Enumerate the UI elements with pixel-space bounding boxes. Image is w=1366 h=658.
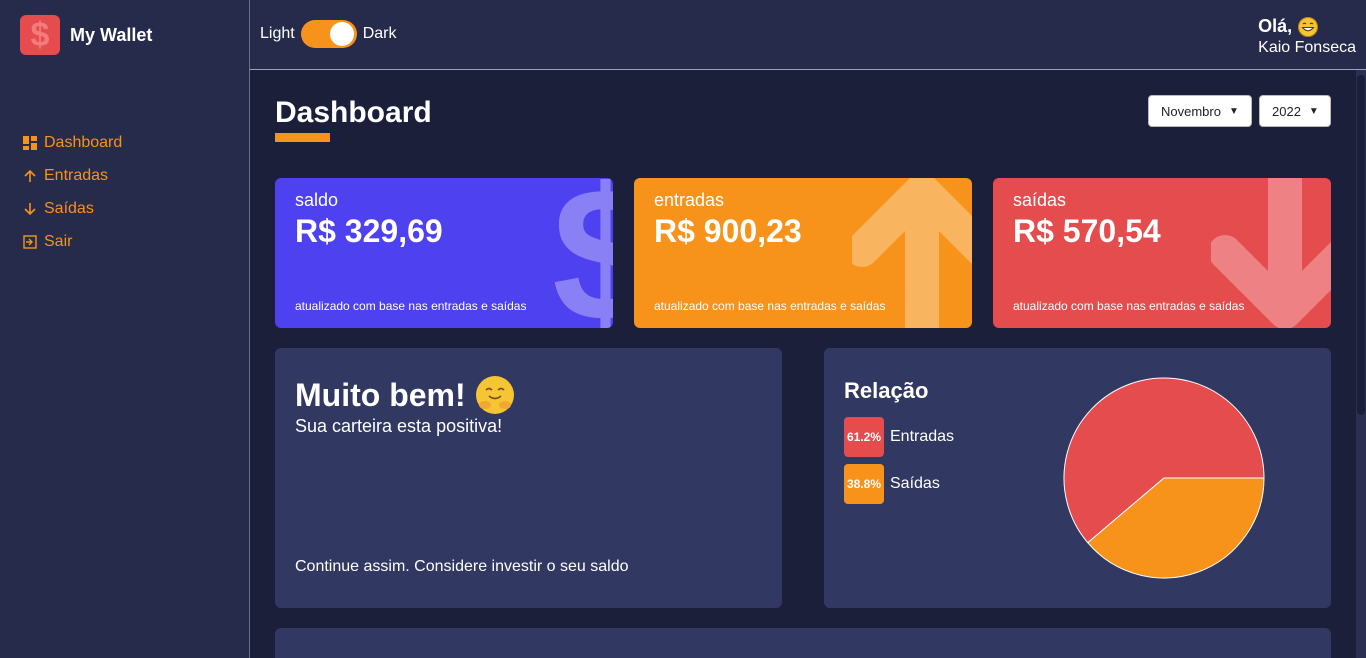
date-filters: Novembro ▼ 2022 ▼: [1148, 95, 1331, 127]
card-footer: atualizado com base nas entradas e saída…: [295, 299, 527, 313]
relation-panel: Relação 61.2% Entradas 38.8% Saídas: [824, 348, 1331, 608]
title-underline: [275, 133, 330, 142]
theme-toggle[interactable]: [300, 20, 357, 48]
card-title: entradas: [654, 190, 725, 210]
hugging-face-icon: [475, 376, 514, 414]
sidebar-menu: Dashboard Entradas Saídas Sair: [22, 126, 122, 258]
page-title: Dashboard: [275, 96, 432, 129]
toggle-knob: [329, 22, 354, 46]
sidebar-item-label: Saídas: [44, 199, 94, 217]
card-title: saldo: [295, 190, 339, 210]
theme-light-label: Light: [260, 25, 295, 42]
chevron-down-icon: ▼: [1308, 105, 1319, 117]
greeting-text: Olá,: [1258, 16, 1293, 36]
card-saidas: saídas R$ 570,54 atualizado com base nas…: [993, 178, 1331, 328]
dashboard-icon: [22, 135, 37, 150]
page-title-block: Dashboard: [275, 96, 432, 142]
relation-pie-chart: [1063, 377, 1265, 579]
sidebar-item-label: Sair: [44, 232, 73, 250]
user-name: Kaio Fonseca: [1258, 39, 1356, 56]
brand-title: My Wallet: [70, 24, 153, 45]
month-select-value: Novembro: [1161, 103, 1221, 119]
sidebar-item-sair[interactable]: Sair: [22, 225, 122, 258]
history-panel: [275, 628, 1331, 658]
message-title: Muito bem!: [295, 376, 466, 413]
theme-dark-label: Dark: [362, 25, 397, 42]
user-greeting: Olá, Kaio Fonseca: [1258, 16, 1356, 57]
logo-dollar-icon: $: [20, 15, 60, 55]
message-footer: Continue assim. Considere investir o seu…: [295, 558, 629, 575]
svg-text:$: $: [31, 18, 50, 52]
legend-percent: 61.2%: [844, 417, 884, 457]
card-value: R$ 900,23: [654, 213, 802, 249]
legend-percent: 38.8%: [844, 464, 884, 504]
card-value: R$ 570,54: [1013, 213, 1161, 249]
sidebar-item-dashboard[interactable]: Dashboard: [22, 126, 122, 159]
legend-label: Saídas: [890, 475, 940, 492]
year-select[interactable]: 2022 ▼: [1259, 95, 1331, 127]
sidebar-item-label: Entradas: [44, 166, 109, 184]
brand[interactable]: $ My Wallet: [20, 15, 152, 55]
card-saldo: $ saldo R$ 329,69 atualizado com base na…: [275, 178, 613, 328]
top-header: Light Dark Olá, Kaio Fonseca: [250, 0, 1366, 70]
card-title: saídas: [1013, 190, 1067, 210]
card-footer: atualizado com base nas entradas e saída…: [654, 299, 886, 313]
legend-label: Entradas: [890, 428, 955, 445]
message-subtitle: Sua carteira esta positiva!: [295, 416, 503, 436]
grinning-face-icon: [1298, 16, 1319, 37]
arrow-down-icon: [22, 201, 37, 216]
sidebar: $ My Wallet Dashboard Entradas Saídas Sa…: [0, 0, 250, 658]
logout-icon: [22, 234, 37, 249]
year-select-value: 2022: [1272, 103, 1301, 119]
arrow-up-icon: [22, 168, 37, 183]
card-footer: atualizado com base nas entradas e saída…: [1013, 299, 1245, 313]
sidebar-item-saidas[interactable]: Saídas: [22, 192, 122, 225]
theme-toggle-group: Light Dark: [260, 20, 396, 48]
card-entradas: entradas R$ 900,23 atualizado com base n…: [634, 178, 972, 328]
sidebar-item-label: Dashboard: [44, 133, 123, 151]
message-panel: Muito bem! Sua carteira esta positiva! C…: [275, 348, 782, 608]
chevron-down-icon: ▼: [1228, 105, 1239, 117]
card-value: R$ 329,69: [295, 213, 443, 249]
sidebar-item-entradas[interactable]: Entradas: [22, 159, 122, 192]
month-select[interactable]: Novembro ▼: [1148, 95, 1252, 127]
scrollbar-thumb[interactable]: [1357, 75, 1365, 415]
